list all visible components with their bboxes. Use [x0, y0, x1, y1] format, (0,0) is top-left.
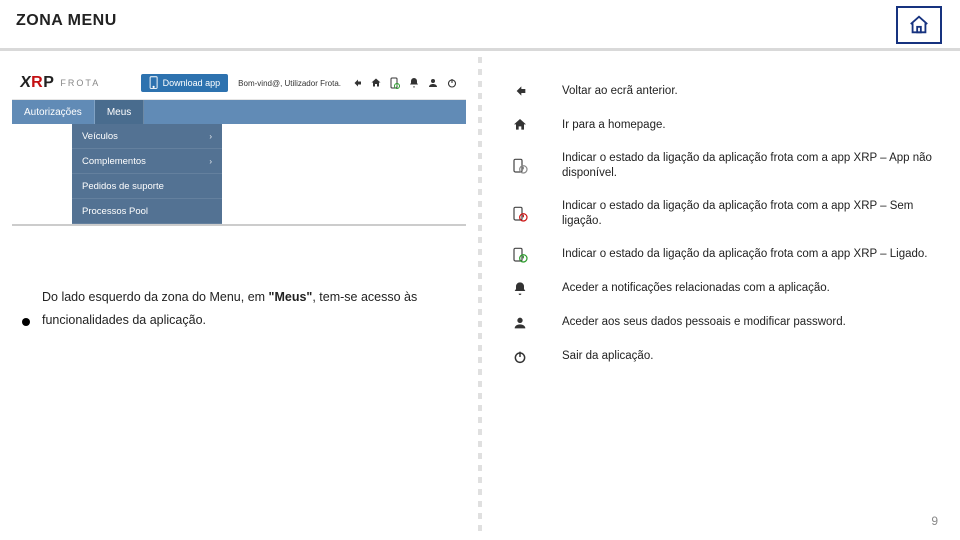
nav-item-autorizacoes[interactable]: Autorizações — [12, 100, 95, 124]
user-icon — [506, 315, 534, 331]
icon-legend: Voltar ao ecrã anterior. Ir para a homep… — [482, 83, 936, 365]
bell-icon[interactable] — [408, 77, 420, 89]
welcome-text: Bom-vind@, Utilizador Frota. — [238, 79, 341, 88]
dropdown-item-complementos[interactable]: Complementos› — [72, 149, 222, 174]
logo-subtitle: FROTA — [60, 78, 100, 88]
chevron-right-icon: › — [209, 132, 212, 141]
legend-row: Aceder a notificações relacionadas com a… — [506, 281, 936, 297]
back-icon[interactable] — [351, 77, 363, 89]
power-icon — [506, 349, 534, 365]
legend-row: Ir para a homepage. — [506, 117, 936, 133]
power-icon[interactable] — [446, 77, 458, 89]
app-status-icon — [389, 77, 401, 89]
back-icon — [506, 83, 534, 99]
body-text: Do lado esquerdo da zona do Menu, em "Me… — [42, 286, 450, 332]
app-nav: Autorizações Meus — [12, 100, 466, 124]
legend-row: Aceder aos seus dados pessoais e modific… — [506, 315, 936, 331]
dropdown-item-processos[interactable]: Processos Pool — [72, 199, 222, 224]
app-logo: XRP FROTA — [20, 74, 100, 92]
app-status-offline-icon — [506, 206, 534, 222]
download-label: Download app — [163, 78, 221, 88]
legend-row: Indicar o estado da ligação da aplicação… — [506, 151, 936, 181]
page-number: 9 — [931, 514, 938, 528]
home-icon[interactable] — [370, 77, 382, 89]
app-screenshot: XRP FROTA Download app Bom-vind@, Utiliz… — [12, 67, 466, 226]
app-top-bar: XRP FROTA Download app Bom-vind@, Utiliz… — [12, 67, 466, 100]
legend-row: Indicar o estado da ligação da aplicação… — [506, 247, 936, 263]
chevron-right-icon: › — [209, 157, 212, 166]
home-icon — [506, 117, 534, 133]
dropdown-item-pedidos[interactable]: Pedidos de suporte — [72, 174, 222, 199]
app-status-online-icon — [506, 247, 534, 263]
nav-item-meus[interactable]: Meus — [95, 100, 144, 124]
bell-icon — [506, 281, 534, 297]
home-button[interactable] — [896, 6, 942, 44]
download-app-button[interactable]: Download app — [141, 74, 229, 92]
legend-row: Indicar o estado da ligação da aplicação… — [506, 199, 936, 229]
legend-row: Sair da aplicação. — [506, 349, 936, 365]
bullet-icon — [22, 318, 30, 326]
phone-icon — [149, 76, 159, 90]
legend-row: Voltar ao ecrã anterior. — [506, 83, 936, 99]
app-status-unavailable-icon — [506, 158, 534, 174]
dropdown-menu: Veículos› Complementos› Pedidos de supor… — [72, 124, 222, 224]
dropdown-item-veiculos[interactable]: Veículos› — [72, 124, 222, 149]
home-icon — [908, 14, 930, 36]
page-title: ZONA MENU — [16, 12, 117, 30]
user-icon[interactable] — [427, 77, 439, 89]
